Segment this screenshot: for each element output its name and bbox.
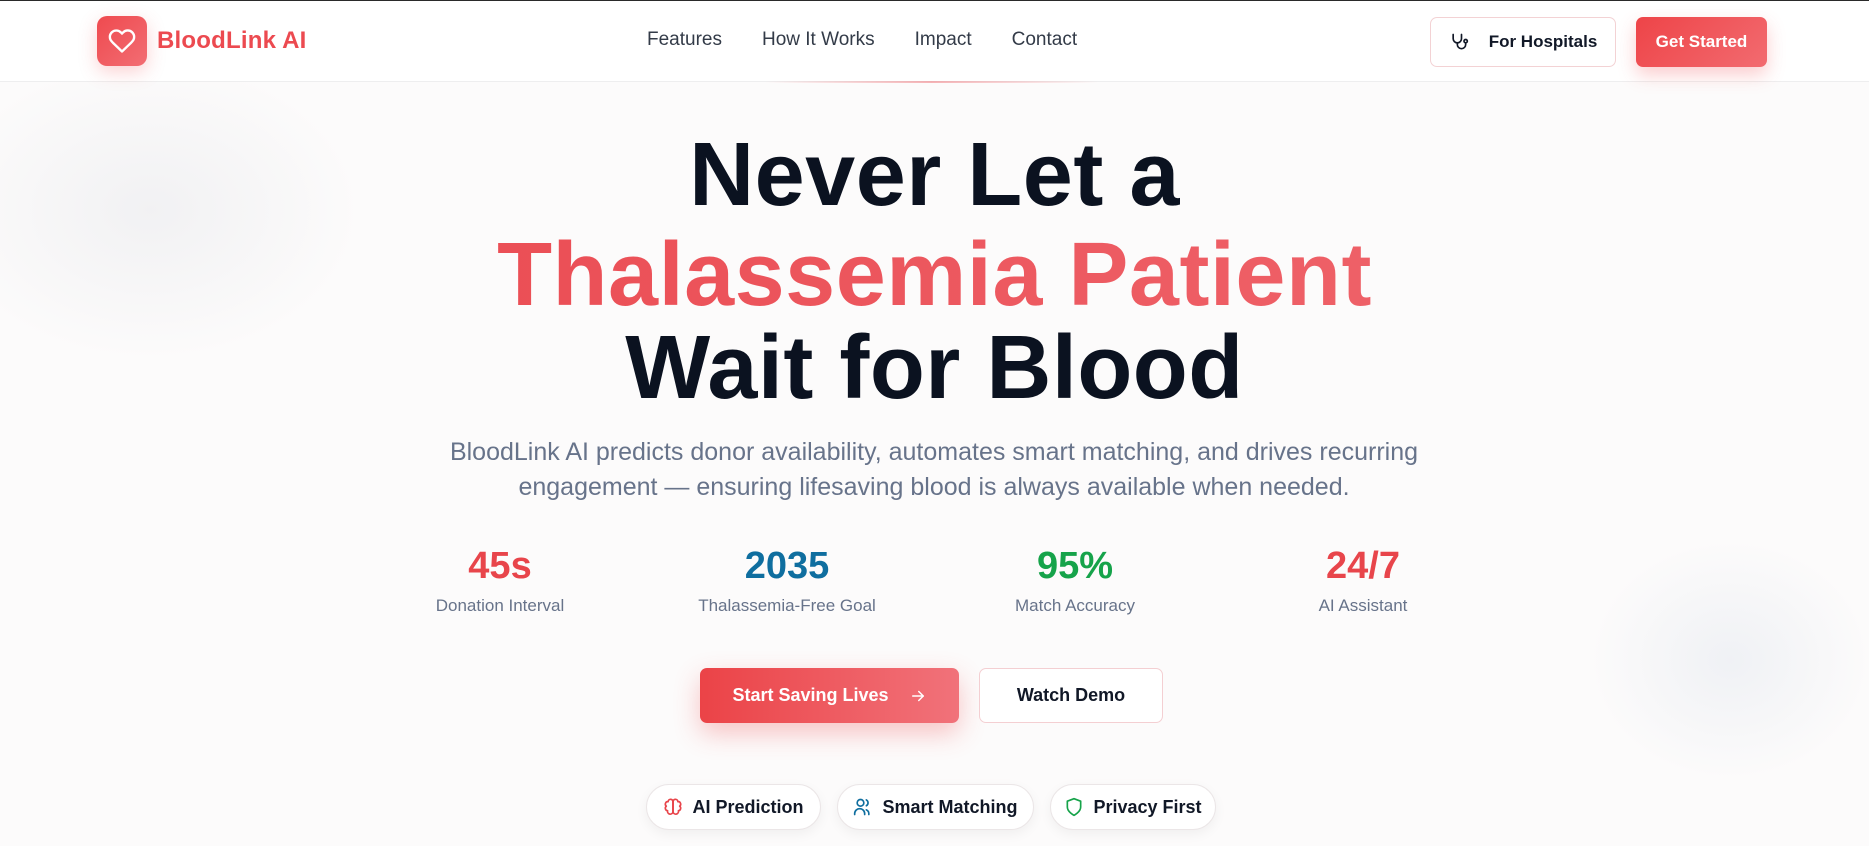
stat-label: Match Accuracy — [1015, 596, 1135, 615]
feature-pill-ai-prediction[interactable]: AI Prediction — [646, 784, 821, 830]
hero-subtitle: BloodLink AI predicts donor availability… — [449, 438, 1419, 501]
for-hospitals-button[interactable]: For Hospitals — [1430, 17, 1616, 67]
users-icon — [853, 797, 873, 817]
shield-icon — [1064, 797, 1084, 817]
hero-title-line-2: Thalassemia Patient — [0, 225, 1869, 325]
stat-thalassemia-free-goal: 2035 Thalassemia-Free Goal — [677, 544, 897, 616]
stat-value: 2035 — [744, 545, 830, 587]
feature-pill-label: Smart Matching — [882, 796, 1018, 817]
navbar: BloodLink AI Features How It Works Impac… — [0, 1, 1869, 82]
feature-pill-label: Privacy First — [1093, 796, 1202, 817]
feature-pill-label: AI Prediction — [692, 796, 804, 817]
hero-title-line-1: Never Let a — [689, 125, 1180, 225]
stat-value: 24/7 — [1326, 545, 1400, 587]
stethoscope-icon — [1449, 32, 1469, 52]
heart-icon — [97, 16, 147, 66]
stat-ai-assistant: 24/7 AI Assistant — [1253, 544, 1473, 616]
hero-title-line-3: Wait for Blood — [625, 318, 1244, 418]
feature-pill-smart-matching[interactable]: Smart Matching — [837, 784, 1034, 830]
stat-value: 95% — [1036, 545, 1114, 587]
stat-label: Thalassemia-Free Goal — [698, 596, 876, 615]
nav-link-impact[interactable]: Impact — [915, 29, 972, 51]
nav-link-how-it-works[interactable]: How It Works — [762, 29, 875, 51]
arrow-right-icon — [909, 687, 927, 705]
for-hospitals-label: For Hospitals — [1488, 32, 1598, 51]
watch-demo-button[interactable]: Watch Demo — [979, 668, 1163, 723]
brain-icon — [663, 797, 683, 817]
stat-donation-interval: 45s Donation Interval — [390, 544, 610, 616]
nav-active-underline — [765, 81, 1098, 83]
feature-pill-privacy-first[interactable]: Privacy First — [1050, 784, 1216, 830]
start-saving-lives-label: Start Saving Lives — [732, 685, 889, 705]
brand-logo[interactable]: BloodLink AI — [97, 16, 307, 66]
stats-row: 45s Donation Interval 2035 Thalassemia-F… — [0, 544, 1869, 624]
nav-links: Features How It Works Impact Contact — [647, 29, 1117, 51]
get-started-button[interactable]: Get Started — [1636, 17, 1767, 67]
nav-link-contact[interactable]: Contact — [1012, 29, 1077, 51]
start-saving-lives-button[interactable]: Start Saving Lives — [700, 668, 959, 723]
brand-name: BloodLink AI — [157, 27, 307, 54]
stat-label: AI Assistant — [1318, 596, 1408, 615]
stat-label: Donation Interval — [435, 596, 565, 615]
stat-match-accuracy: 95% Match Accuracy — [965, 544, 1185, 616]
nav-link-features[interactable]: Features — [647, 29, 722, 51]
stat-value: 45s — [468, 545, 532, 587]
